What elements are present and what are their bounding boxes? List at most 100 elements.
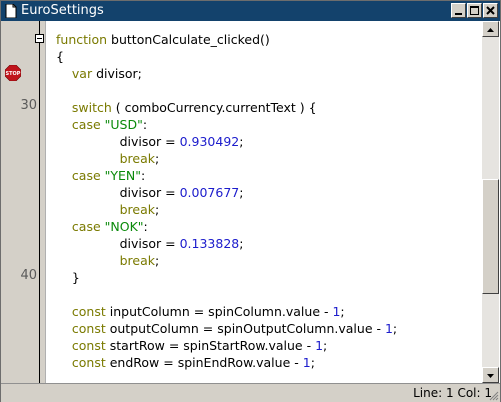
code-token: ;: [154, 151, 160, 166]
code-line[interactable]: const startRow = spinStartRow.value - 1;: [56, 337, 327, 354]
code-line[interactable]: case "YEN":: [56, 167, 145, 184]
code-line[interactable]: break;: [56, 252, 160, 269]
status-bar: Line: 1 Col: 1: [1, 383, 500, 402]
code-token: ( comboCurrency.currentText ) {: [111, 100, 317, 115]
code-token: ;: [310, 355, 315, 370]
code-line[interactable]: function buttonCalculate_clicked(): [56, 31, 270, 48]
code-token-kw: case: [71, 219, 101, 234]
code-token-num: 1: [302, 355, 311, 370]
scrollbar-thumb[interactable]: [482, 179, 499, 294]
code-token: ;: [154, 253, 160, 268]
code-token-str: "YEN": [104, 168, 142, 183]
maximize-button[interactable]: [467, 3, 482, 18]
arrow-down-icon: [487, 374, 494, 378]
code-token: :: [141, 168, 146, 183]
fold-column: [45, 21, 52, 383]
code-token: outputColumn = spinOutputColumn.value -: [105, 321, 385, 336]
scroll-up-button[interactable]: [482, 21, 499, 37]
code-token-kw: break: [119, 202, 155, 217]
code-token: divisor =: [56, 185, 180, 200]
code-token: ;: [239, 185, 244, 200]
code-line[interactable]: case "NOK":: [56, 218, 148, 235]
code-token-num: 1: [315, 338, 324, 353]
code-token: :: [142, 117, 148, 132]
resize-grip-icon[interactable]: [487, 389, 499, 401]
code-token-str: "USD": [104, 117, 143, 132]
code-token-kw: const: [71, 321, 106, 336]
title-bar[interactable]: EuroSettings: [1, 1, 500, 21]
code-token: }: [56, 270, 80, 285]
scroll-down-button[interactable]: [482, 367, 499, 383]
close-icon: [486, 6, 495, 15]
code-token: divisor;: [92, 66, 142, 81]
code-token-kw: break: [119, 151, 155, 166]
code-line[interactable]: var divisor;: [56, 65, 142, 82]
code-token-str: "NOK": [104, 219, 144, 234]
code-token-num: 0.007677: [179, 185, 240, 200]
editor-window: EuroSettings STOP 30 40 function buttonC…: [0, 0, 501, 402]
code-line[interactable]: break;: [56, 201, 160, 218]
code-token: buttonCalculate_clicked(): [107, 32, 270, 47]
minimize-icon: [455, 13, 462, 15]
code-token: :: [143, 219, 148, 234]
code-token: ;: [340, 304, 345, 319]
code-token: ;: [239, 236, 244, 251]
minimize-button[interactable]: [451, 3, 466, 18]
code-line[interactable]: {: [56, 48, 64, 65]
fold-marker-line: [39, 21, 40, 34]
breakpoint-stop-icon[interactable]: STOP: [5, 65, 21, 81]
code-token: ;: [154, 202, 160, 217]
document-icon: [5, 4, 17, 18]
code-token-kw: const: [71, 338, 106, 353]
close-button[interactable]: [483, 3, 498, 18]
window-title: EuroSettings: [21, 3, 104, 18]
code-line[interactable]: break;: [56, 150, 160, 167]
code-token: divisor =: [56, 236, 180, 251]
line-number-gutter[interactable]: STOP 30 40: [1, 21, 45, 383]
code-token: inputColumn = spinColumn.value -: [105, 304, 333, 319]
code-token-kw: function: [56, 32, 108, 47]
code-line[interactable]: const endRow = spinEndRow.value - 1;: [56, 354, 315, 371]
cursor-position: Line: 1 Col: 1: [413, 386, 492, 400]
code-area[interactable]: function buttonCalculate_clicked(){ var …: [56, 31, 481, 383]
code-line[interactable]: const inputColumn = spinColumn.value - 1…: [56, 303, 345, 320]
code-line[interactable]: }: [56, 269, 80, 286]
code-token-kw: break: [119, 253, 155, 268]
svg-text:STOP: STOP: [6, 71, 21, 77]
code-token: ;: [392, 321, 398, 336]
code-token: ;: [323, 338, 328, 353]
code-line[interactable]: case "USD":: [56, 116, 147, 133]
code-token: divisor =: [56, 134, 180, 149]
fold-marker-line: [39, 43, 40, 383]
code-token-num: 0.930492: [179, 134, 240, 149]
code-editor[interactable]: STOP 30 40 function buttonCalculate_clic…: [1, 21, 500, 383]
code-token: ;: [239, 134, 244, 149]
arrow-up-icon: [487, 28, 494, 32]
code-token-kw: var: [71, 66, 93, 81]
code-token: startRow = spinStartRow.value -: [105, 338, 316, 353]
code-token-kw: switch: [71, 100, 112, 115]
code-token-kw: case: [71, 117, 101, 132]
code-line[interactable]: divisor = 0.007677;: [56, 184, 244, 201]
code-token: {: [56, 49, 64, 64]
code-token-num: 0.133828: [179, 236, 240, 251]
vertical-scrollbar[interactable]: [482, 21, 499, 383]
code-line[interactable]: const outputColumn = spinOutputColumn.va…: [56, 320, 397, 337]
code-line[interactable]: switch ( comboCurrency.currentText ) {: [56, 99, 317, 116]
code-line[interactable]: divisor = 0.133828;: [56, 235, 244, 252]
code-token: endRow = spinEndRow.value -: [105, 355, 303, 370]
code-token-num: 1: [384, 321, 393, 336]
code-token-kw: const: [71, 304, 106, 319]
code-line[interactable]: divisor = 0.930492;: [56, 133, 244, 150]
code-token-kw: case: [71, 168, 101, 183]
fold-minus-icon[interactable]: [35, 34, 44, 43]
